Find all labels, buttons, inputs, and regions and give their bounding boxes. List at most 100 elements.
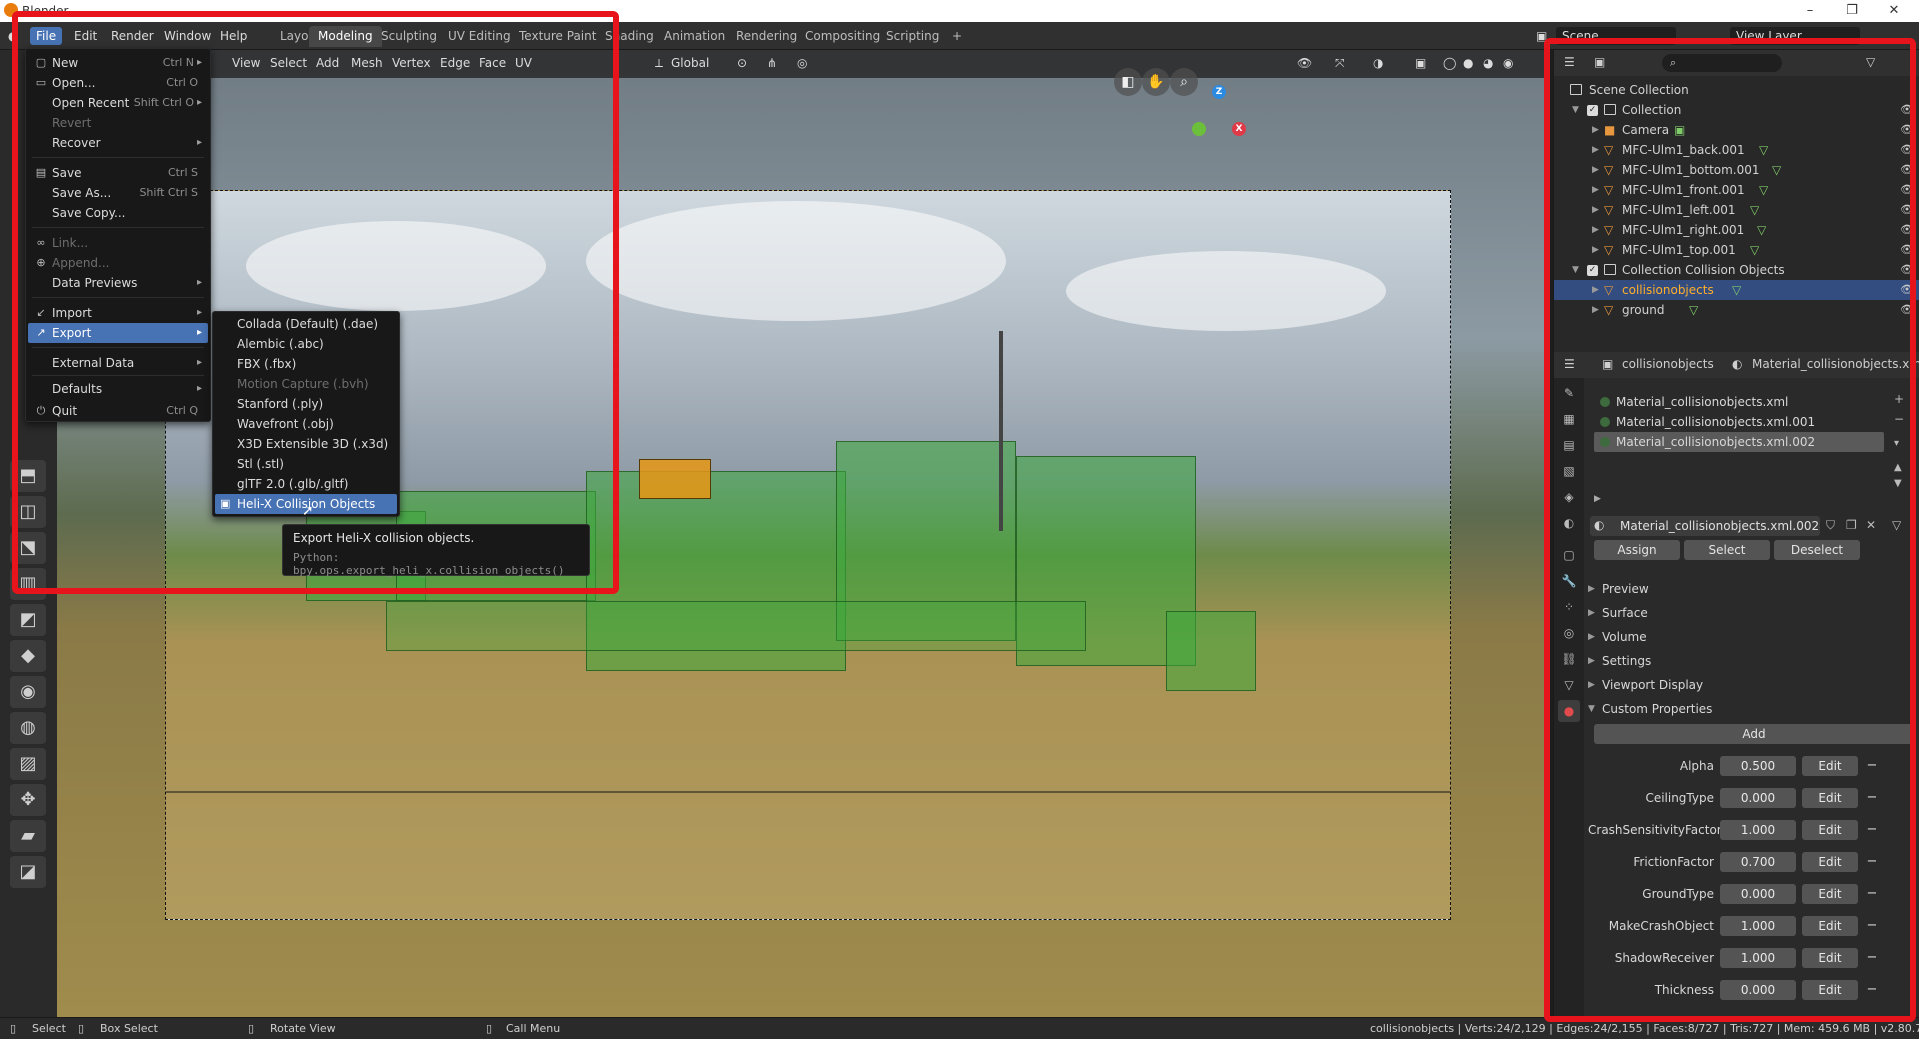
- vp-menu-uv[interactable]: UV: [515, 56, 532, 70]
- remove-slot-icon[interactable]: −: [1894, 412, 1904, 426]
- tab-modeling[interactable]: Modeling: [309, 26, 382, 47]
- edit-button[interactable]: Edit: [1802, 852, 1858, 872]
- vp-menu-select[interactable]: Select: [270, 56, 307, 70]
- vp-menu-vertex[interactable]: Vertex: [392, 56, 431, 70]
- inset-tool-icon[interactable]: ◫: [10, 496, 46, 528]
- add-workspace-button[interactable]: +: [943, 26, 971, 47]
- panel-viewport-display[interactable]: ▶ Viewport Display: [1588, 674, 1908, 696]
- gizmo-toggle-icon[interactable]: ⤧: [1335, 56, 1345, 71]
- edit-button[interactable]: Edit: [1802, 980, 1858, 1000]
- filter-icon[interactable]: ▽: [1866, 55, 1875, 69]
- outliner-row[interactable]: ▼ ✓ Collection 👁: [1554, 100, 1919, 120]
- file-open-recent[interactable]: Open Recent Shift Ctrl O ▸: [28, 93, 208, 113]
- file-import[interactable]: ↙ Import ▸: [28, 303, 208, 323]
- panel-volume[interactable]: ▶ Volume: [1588, 626, 1908, 648]
- slot-menu-icon[interactable]: ▾: [1894, 438, 1899, 449]
- prop-value-field[interactable]: 1.000: [1720, 948, 1796, 968]
- data-tab-icon[interactable]: ▽: [1558, 674, 1580, 696]
- menu-render[interactable]: Render: [105, 27, 160, 45]
- rendered-shading-icon[interactable]: ◉: [1503, 56, 1513, 70]
- material-slot[interactable]: Material_collisionobjects.xml: [1594, 392, 1884, 412]
- visibility-icon[interactable]: 👁: [1297, 56, 1312, 70]
- editor-type-icon[interactable]: ☰: [1564, 357, 1575, 371]
- smooth-tool-icon[interactable]: ◍: [10, 712, 46, 744]
- zoom-view-icon[interactable]: ⌕: [1170, 68, 1198, 96]
- file-save-as[interactable]: Save As... Shift Ctrl S: [28, 183, 208, 203]
- file-export[interactable]: ↗ Export ▸: [28, 323, 208, 343]
- menu-help[interactable]: Help: [214, 27, 253, 45]
- vp-menu-face[interactable]: Face: [479, 56, 506, 70]
- expand-icon[interactable]: ▶: [1592, 200, 1599, 220]
- file-save-copy[interactable]: Save Copy...: [28, 203, 208, 223]
- file-new[interactable]: ▢ New Ctrl N ▸: [28, 53, 208, 73]
- panel-preview[interactable]: ▶ Preview: [1588, 578, 1908, 600]
- navigation-gizmo-z-icon[interactable]: Z: [1212, 85, 1226, 99]
- proportional-edit-icon[interactable]: ◎: [797, 56, 807, 70]
- remove-prop-icon[interactable]: −: [1862, 756, 1882, 776]
- navigation-gizmo-x-icon[interactable]: X: [1232, 122, 1246, 136]
- panel-custom-properties[interactable]: ▼ Custom Properties: [1588, 698, 1908, 720]
- pivot-icon[interactable]: ⊙: [737, 56, 747, 70]
- camera-view-icon[interactable]: ◧: [1114, 68, 1142, 96]
- orientation-icon[interactable]: ⟂: [655, 56, 663, 71]
- outliner-row[interactable]: ▶ ▽ MFC-Ulm1_back.001 ▽ 👁: [1554, 140, 1919, 160]
- scene-selector-icon[interactable]: ▣: [1530, 27, 1553, 45]
- transform-orientation-dropdown[interactable]: Global: [671, 56, 709, 70]
- file-quit[interactable]: ⏻ Quit Ctrl Q: [28, 401, 208, 421]
- navigation-gizmo-y-icon[interactable]: [1192, 122, 1206, 136]
- tab-rendering[interactable]: Rendering: [727, 26, 806, 47]
- edit-button[interactable]: Edit: [1802, 788, 1858, 808]
- duplicate-material-icon[interactable]: ❐: [1846, 518, 1857, 532]
- prop-value-field[interactable]: 0.000: [1720, 884, 1796, 904]
- panel-settings[interactable]: ▶ Settings: [1588, 650, 1908, 672]
- editor-type-icon[interactable]: ☰: [1564, 55, 1575, 69]
- prop-value-field[interactable]: 1.000: [1720, 820, 1796, 840]
- edit-button[interactable]: Edit: [1802, 820, 1858, 840]
- eye-icon[interactable]: 👁: [1900, 220, 1914, 240]
- loop-cut-tool-icon[interactable]: ▥: [10, 568, 46, 600]
- move-up-icon[interactable]: ▲: [1894, 462, 1902, 473]
- move-down-icon[interactable]: ▼: [1894, 478, 1902, 489]
- 3d-viewport[interactable]: View Select Add Mesh Vertex Edge Face UV…: [57, 50, 1549, 1017]
- tab-scripting[interactable]: Scripting: [877, 26, 948, 47]
- shrink-fatten-tool-icon[interactable]: ✥: [10, 784, 46, 816]
- deselect-button[interactable]: Deselect: [1774, 540, 1860, 560]
- export-ply[interactable]: Stanford (.ply): [215, 394, 397, 414]
- outliner-row[interactable]: Scene Collection: [1554, 80, 1919, 100]
- export-gltf[interactable]: glTF 2.0 (.glb/.gltf): [215, 474, 397, 494]
- view-layer-selector[interactable]: View Layer: [1730, 27, 1860, 45]
- bevel-tool-icon[interactable]: ⬔: [10, 532, 46, 564]
- eye-icon[interactable]: 👁: [1900, 260, 1914, 280]
- file-external-data[interactable]: External Data ▸: [28, 353, 208, 373]
- outliner-row[interactable]: ▶ ▽ MFC-Ulm1_bottom.001 ▽ 👁: [1554, 160, 1919, 180]
- outliner-row[interactable]: ▶ ▽ MFC-Ulm1_left.001 ▽ 👁: [1554, 200, 1919, 220]
- edge-slide-tool-icon[interactable]: ▨: [10, 748, 46, 780]
- prop-value-field[interactable]: 1.000: [1720, 916, 1796, 936]
- spin-tool-icon[interactable]: ◉: [10, 676, 46, 708]
- minimize-button[interactable]: –: [1787, 0, 1833, 22]
- fake-user-icon[interactable]: ⛉: [1826, 518, 1835, 533]
- blender-menu-icon[interactable]: ◐: [2, 27, 22, 45]
- outliner-row[interactable]: ▶ ▽ MFC-Ulm1_front.001 ▽ 👁: [1554, 180, 1919, 200]
- render-tab-icon[interactable]: ▦: [1558, 408, 1580, 430]
- panel-surface[interactable]: ▶ Surface: [1588, 602, 1908, 624]
- remove-prop-icon[interactable]: −: [1862, 980, 1882, 1000]
- outliner-row[interactable]: ▶ ▽ MFC-Ulm1_top.001 ▽ 👁: [1554, 240, 1919, 260]
- expand-icon[interactable]: ▼: [1572, 100, 1579, 120]
- expand-icon[interactable]: ▶: [1592, 180, 1599, 200]
- object-tab-icon[interactable]: ▢: [1558, 544, 1580, 566]
- world-tab-icon[interactable]: ◐: [1558, 512, 1580, 534]
- checkbox-icon[interactable]: ✓: [1587, 105, 1598, 116]
- tab-shading[interactable]: Shading: [596, 26, 663, 47]
- unlink-material-icon[interactable]: ✕: [1866, 518, 1876, 532]
- poly-build-tool-icon[interactable]: ◆: [10, 640, 46, 672]
- particles-tab-icon[interactable]: ⁘: [1558, 596, 1580, 618]
- expand-icon[interactable]: ▶: [1592, 280, 1599, 300]
- expand-list-icon[interactable]: ▶: [1594, 494, 1601, 504]
- menu-file[interactable]: File: [30, 27, 63, 45]
- assign-button[interactable]: Assign: [1594, 540, 1680, 560]
- link-type-icon[interactable]: ▽: [1892, 518, 1901, 532]
- expand-icon[interactable]: ▼: [1572, 260, 1579, 280]
- remove-prop-icon[interactable]: −: [1862, 916, 1882, 936]
- extrude-tool-icon[interactable]: ⬒: [10, 460, 46, 492]
